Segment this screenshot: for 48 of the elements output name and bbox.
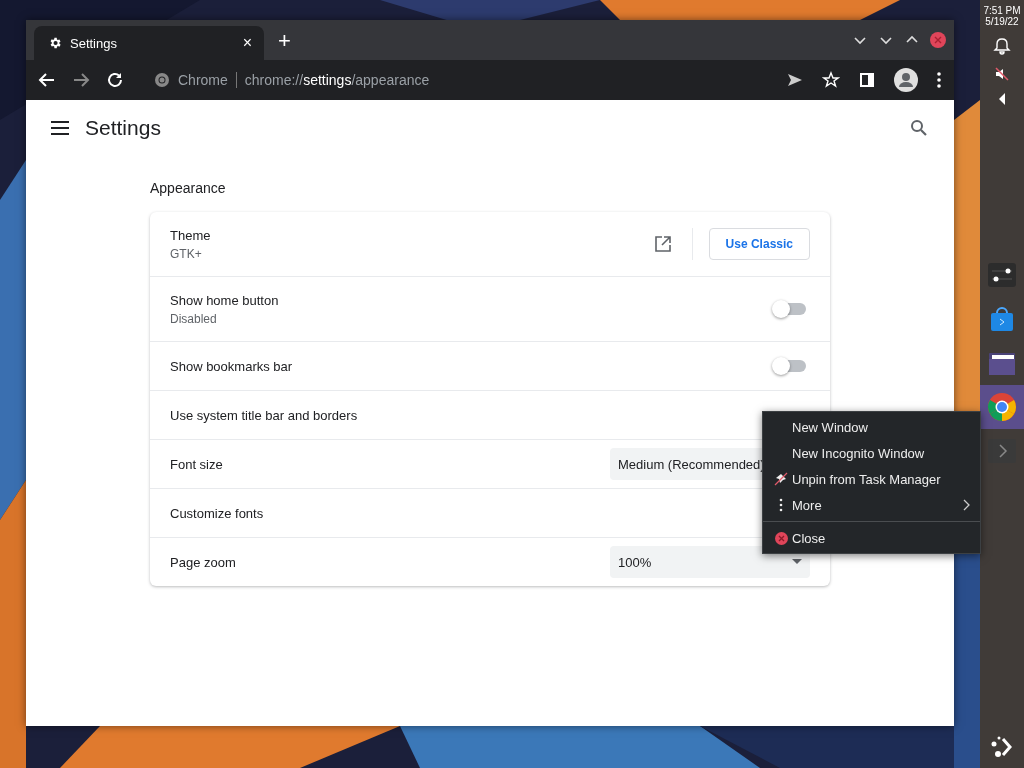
search-icon[interactable] xyxy=(910,119,928,137)
setting-sublabel: Disabled xyxy=(170,311,218,326)
setting-label: Page zoom xyxy=(170,554,237,570)
gear-icon xyxy=(48,36,62,50)
browser-tab[interactable]: Settings × xyxy=(34,26,264,60)
close-icon xyxy=(774,531,788,545)
vertical-dots-icon xyxy=(779,498,783,512)
setting-label: Theme xyxy=(170,227,212,243)
side-panel-icon[interactable] xyxy=(858,71,876,89)
site-label: Chrome xyxy=(178,72,237,88)
clock-date: 5/19/22 xyxy=(985,16,1019,27)
chrome-logo-icon xyxy=(154,72,170,88)
setting-label: Use system title bar and borders xyxy=(170,407,359,423)
send-icon[interactable] xyxy=(786,71,804,89)
address-bar[interactable]: Chrome chrome://settings/appearance xyxy=(154,72,430,88)
tab-title: Settings xyxy=(70,35,118,51)
muted-speaker-icon[interactable] xyxy=(993,65,1011,83)
close-icon[interactable] xyxy=(930,32,946,48)
external-link-icon[interactable] xyxy=(653,235,672,253)
taskbar-item[interactable] xyxy=(980,385,1024,429)
bell-icon[interactable] xyxy=(993,37,1011,55)
setting-sublabel: GTK+ xyxy=(170,246,203,261)
star-icon[interactable] xyxy=(822,71,840,89)
clock-time: 7:51 PM xyxy=(983,5,1021,16)
use-classic-button[interactable]: Use Classic xyxy=(708,228,810,260)
unpin-icon xyxy=(774,472,788,486)
avatar-icon[interactable] xyxy=(894,68,918,92)
url-text: chrome://settings/appearance xyxy=(244,72,430,88)
back-icon[interactable] xyxy=(38,71,56,89)
menu-icon[interactable] xyxy=(51,121,69,135)
dropdown[interactable]: 100% xyxy=(610,546,810,578)
tab-close-button[interactable]: × xyxy=(242,34,252,52)
launcher-icon[interactable] xyxy=(989,734,1015,760)
setting-label: Show bookmarks bar xyxy=(170,358,294,374)
menu-item[interactable]: New Window xyxy=(763,414,980,440)
menu-item[interactable]: More xyxy=(763,492,980,518)
dropdown-arrow-icon xyxy=(792,559,802,565)
setting-label: Font size xyxy=(170,456,224,472)
forward-icon[interactable] xyxy=(72,71,90,89)
setting-label: Show home button xyxy=(170,292,280,308)
chrome-logo-icon xyxy=(986,391,1018,423)
more-icon[interactable] xyxy=(936,71,942,89)
page-title: Settings xyxy=(85,116,161,140)
chevron-right-icon xyxy=(963,499,970,511)
reload-icon[interactable] xyxy=(106,71,124,89)
section-heading: Appearance xyxy=(150,180,227,196)
new-tab-button[interactable]: + xyxy=(278,28,291,54)
left-arrow-icon[interactable] xyxy=(997,93,1007,105)
